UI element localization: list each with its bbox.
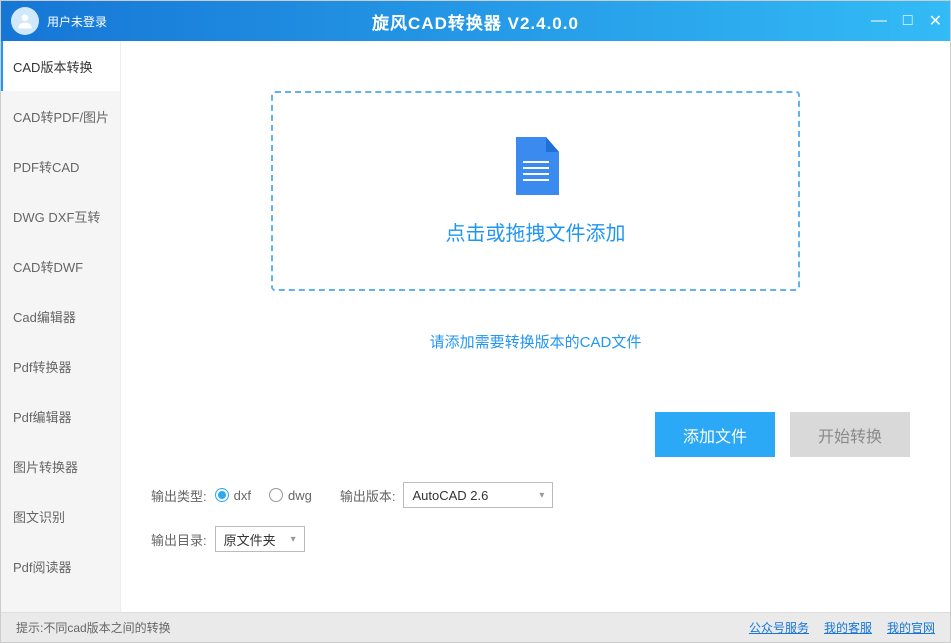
sidebar-item-cad-to-pdf-image[interactable]: CAD转PDF/图片 xyxy=(1,91,120,141)
sidebar-item-image-converter[interactable]: 图片转换器 xyxy=(1,441,120,491)
add-file-button[interactable]: 添加文件 xyxy=(655,412,775,457)
output-version-select[interactable]: AutoCAD 2.6 ▾ xyxy=(403,482,553,508)
statusbar: 提示:不同cad版本之间的转换 公众号服务 我的客服 我的官网 xyxy=(1,612,950,642)
sidebar-item-label: DWG DXF互转 xyxy=(13,207,100,226)
sidebar-item-pdf-editor[interactable]: Pdf编辑器 xyxy=(1,391,120,441)
document-icon xyxy=(511,137,561,197)
output-options: 输出类型: dxf dwg 输出版本: AutoCAD 2.6 xyxy=(151,482,920,552)
sidebar-item-cad-to-dwf[interactable]: CAD转DWF xyxy=(1,241,120,291)
sidebar-item-label: Pdf阅读器 xyxy=(13,557,72,576)
titlebar[interactable]: 用户未登录 旋风CAD转换器 V2.4.0.0 — □ ✕ xyxy=(1,1,950,41)
sidebar-item-label: Pdf编辑器 xyxy=(13,407,72,426)
sidebar: CAD版本转换 CAD转PDF/图片 PDF转CAD DWG DXF互转 CAD… xyxy=(1,41,121,612)
output-type-label: 输出类型: xyxy=(151,486,207,505)
person-icon xyxy=(15,11,35,31)
file-dropzone[interactable]: 点击或拖拽文件添加 xyxy=(271,91,800,291)
radio-dwg[interactable]: dwg xyxy=(269,488,312,503)
app-title: 旋风CAD转换器 V2.4.0.0 xyxy=(372,9,579,34)
output-type-row: 输出类型: dxf dwg 输出版本: AutoCAD 2.6 xyxy=(151,482,920,508)
link-official-site[interactable]: 我的官网 xyxy=(887,619,935,636)
sidebar-item-ocr[interactable]: 图文识别 xyxy=(1,491,120,541)
link-official-account[interactable]: 公众号服务 xyxy=(749,619,809,636)
content-area: CAD版本转换 CAD转PDF/图片 PDF转CAD DWG DXF互转 CAD… xyxy=(1,41,950,612)
sidebar-item-cad-editor[interactable]: Cad编辑器 xyxy=(1,291,120,341)
radio-icon xyxy=(269,488,283,502)
select-value: 原文件夹 xyxy=(224,530,276,549)
chevron-down-icon: ▾ xyxy=(539,490,544,501)
sidebar-item-label: PDF转CAD xyxy=(13,157,79,176)
output-dir-select[interactable]: 原文件夹 ▾ xyxy=(215,526,305,552)
output-version-label: 输出版本: xyxy=(340,486,396,505)
maximize-button[interactable]: □ xyxy=(903,12,913,30)
start-convert-button: 开始转换 xyxy=(790,412,910,457)
output-dir-row: 输出目录: 原文件夹 ▾ xyxy=(151,526,920,552)
output-type-radio-group: dxf dwg xyxy=(215,488,312,503)
app-window: 用户未登录 旋风CAD转换器 V2.4.0.0 — □ ✕ CAD版本转换 CA… xyxy=(0,0,951,643)
output-dir-label: 输出目录: xyxy=(151,530,207,549)
sidebar-item-label: CAD转DWF xyxy=(13,257,83,276)
select-value: AutoCAD 2.6 xyxy=(412,488,488,503)
sidebar-item-label: Cad编辑器 xyxy=(13,307,76,326)
sidebar-item-pdf-reader[interactable]: Pdf阅读器 xyxy=(1,541,120,591)
sidebar-item-label: 图片转换器 xyxy=(13,457,78,476)
user-avatar[interactable] xyxy=(11,7,39,35)
hint-text: 请添加需要转换版本的CAD文件 xyxy=(151,331,920,352)
window-controls: — □ ✕ xyxy=(871,11,942,31)
close-button[interactable]: ✕ xyxy=(929,11,942,31)
radio-dxf[interactable]: dxf xyxy=(215,488,251,503)
sidebar-item-label: CAD版本转换 xyxy=(13,57,92,76)
radio-icon xyxy=(215,488,229,502)
radio-text: dwg xyxy=(288,488,312,503)
main-panel: 点击或拖拽文件添加 请添加需要转换版本的CAD文件 添加文件 开始转换 输出类型… xyxy=(121,41,950,612)
dropzone-text: 点击或拖拽文件添加 xyxy=(446,217,626,246)
sidebar-item-pdf-converter[interactable]: Pdf转换器 xyxy=(1,341,120,391)
sidebar-item-label: CAD转PDF/图片 xyxy=(13,107,109,126)
link-customer-service[interactable]: 我的客服 xyxy=(824,619,872,636)
action-buttons: 添加文件 开始转换 xyxy=(151,412,920,457)
status-tip: 提示:不同cad版本之间的转换 xyxy=(16,619,171,636)
sidebar-item-cad-version-convert[interactable]: CAD版本转换 xyxy=(1,41,120,91)
sidebar-item-dwg-dxf-convert[interactable]: DWG DXF互转 xyxy=(1,191,120,241)
chevron-down-icon: ▾ xyxy=(291,534,296,545)
user-status-label[interactable]: 用户未登录 xyxy=(47,13,107,30)
status-links: 公众号服务 我的客服 我的官网 xyxy=(749,619,935,636)
sidebar-item-label: Pdf转换器 xyxy=(13,357,72,376)
sidebar-item-pdf-to-cad[interactable]: PDF转CAD xyxy=(1,141,120,191)
minimize-button[interactable]: — xyxy=(871,12,887,30)
radio-text: dxf xyxy=(234,488,251,503)
sidebar-item-label: 图文识别 xyxy=(13,507,65,526)
